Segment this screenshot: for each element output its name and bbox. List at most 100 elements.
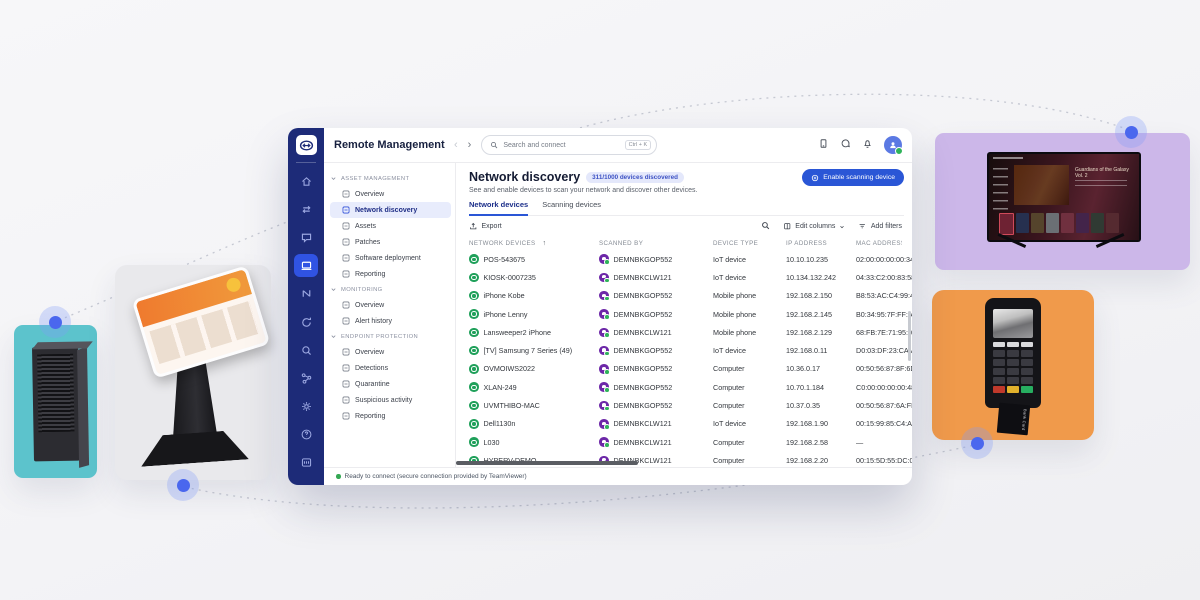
mac-address: — [856, 438, 912, 447]
bank-card-image: Bank Card [997, 403, 1030, 436]
home-icon[interactable] [294, 170, 318, 193]
scanned-by: DEMNBKGOP552 [614, 383, 673, 392]
scanner-icon [599, 254, 609, 264]
table-row[interactable]: OVMOIWS2022 DEMNBKGOP552 Computer 10.36.… [469, 360, 912, 378]
tabs: Network devices Scanning devices [469, 200, 904, 216]
sidebar-item[interactable]: Assets [330, 218, 451, 234]
help-icon[interactable] [294, 423, 318, 446]
chat-icon[interactable] [294, 226, 318, 249]
table-row[interactable]: XLAN-249 DEMNBKGOP552 Computer 10.70.1.1… [469, 378, 912, 396]
ip-address: 192.168.2.58 [786, 438, 856, 447]
network-device-icon [469, 254, 479, 264]
sidebar-item[interactable]: Alert history [330, 313, 451, 329]
scanned-by: DEMNBKGOP552 [614, 364, 673, 373]
devices-icon[interactable] [294, 254, 318, 277]
table-row[interactable]: iPhone Lenny DEMNBKGOP552 Mobile phone 1… [469, 305, 912, 323]
sidebar-item-icon [342, 348, 350, 356]
sidebar-section-header[interactable]: ASSET MANAGEMENT [330, 171, 451, 186]
table-row[interactable]: Dell1130n DEMNBKCLW121 IoT device 192.16… [469, 415, 912, 433]
mac-address: 00:50:56:87:6A:FF [856, 401, 912, 410]
mac-address: 04:33:C2:00:83:58 [856, 273, 912, 282]
column-header[interactable]: MAC ADDRESS [856, 240, 902, 247]
nav-forward-icon[interactable]: › [468, 139, 472, 151]
horizontal-scrollbar[interactable] [456, 461, 638, 466]
sort-ascending-icon[interactable]: ↑ [543, 240, 547, 247]
tv-image: Guardians of the Galaxy Vol. 2 [987, 152, 1141, 242]
discovery-icon[interactable] [294, 339, 318, 362]
sidebar-section-label: ENDPOINT PROTECTION [341, 334, 418, 340]
ip-address: 192.168.0.11 [786, 346, 856, 355]
scanner-icon [599, 346, 609, 356]
tab[interactable]: Network devices [469, 200, 528, 216]
sidebar-item[interactable]: Network discovery [330, 202, 451, 218]
scanned-by: DEMNBKCLW121 [614, 438, 672, 447]
search-input[interactable]: Search and connect Ctrl + K [481, 135, 657, 155]
column-header[interactable]: IP ADDRESS [786, 240, 827, 247]
table-row[interactable]: POS-543675 DEMNBKGOP552 IoT device 10.10… [469, 250, 912, 268]
sidebar-section-label: ASSET MANAGEMENT [341, 176, 409, 182]
bank-card-label: Bank Card [1021, 409, 1028, 431]
teamviewer-logo[interactable] [296, 135, 317, 155]
sidebar-item-icon [342, 301, 350, 309]
sidebar-item[interactable]: Reporting [330, 408, 451, 424]
mac-address: D0:03:DF:23:CA:A5 [856, 346, 912, 355]
remote-management-window: Remote Management ‹ › Search and connect… [288, 128, 912, 485]
column-header[interactable]: DEVICE TYPE [713, 240, 758, 247]
enable-scanning-device-button[interactable]: Enable scanning device [802, 169, 904, 186]
device-type: IoT device [713, 273, 786, 282]
device-type: IoT device [713, 346, 786, 355]
sidebar-item-icon [342, 190, 350, 198]
settings-icon[interactable] [294, 395, 318, 418]
tab[interactable]: Scanning devices [542, 200, 601, 215]
notifications-bell-icon[interactable] [862, 136, 873, 154]
sessions-icon[interactable] [294, 311, 318, 334]
table-search-icon[interactable] [761, 221, 770, 232]
sidebar-item[interactable]: Patches [330, 234, 451, 250]
sidebar-item[interactable]: Reporting [330, 266, 451, 282]
connections-icon[interactable] [294, 198, 318, 221]
table-row[interactable]: iPhone Kobe DEMNBKGOP552 Mobile phone 19… [469, 287, 912, 305]
table-row[interactable]: L030 DEMNBKCLW121 Computer 192.168.2.58 … [469, 433, 912, 451]
window-title: Remote Management [334, 139, 454, 151]
add-filters-button[interactable]: Add filters [858, 222, 902, 231]
sidebar-item-label: Patches [355, 239, 380, 246]
scanned-by: DEMNBKGOP552 [614, 401, 673, 410]
network-device-icon [469, 401, 479, 411]
user-avatar[interactable] [884, 136, 902, 154]
device-panel-icon[interactable] [818, 136, 829, 154]
devices-discovered-badge: 311/1000 devices discovered [586, 172, 684, 183]
scanner-icon [599, 291, 609, 301]
column-header[interactable]: NETWORK DEVICES [469, 240, 536, 247]
chat-bubble-icon[interactable] [840, 136, 851, 154]
table-row[interactable]: Lansweeper2 iPhone DEMNBKCLW121 Mobile p… [469, 323, 912, 341]
page-title: Network discovery [469, 170, 580, 184]
sidebar-item[interactable]: Overview [330, 297, 451, 313]
sidebar-item[interactable]: Overview [330, 344, 451, 360]
nav-back-icon[interactable]: ‹ [454, 139, 458, 151]
server-photo-card [14, 325, 97, 478]
sidebar-item-label: Alert history [355, 318, 392, 325]
scanned-by: DEMNBKGOP552 [614, 255, 673, 264]
table-row[interactable]: UVMTHIBO-MAC DEMNBKGOP552 Computer 10.37… [469, 396, 912, 414]
sidebar-item[interactable]: Quarantine [330, 376, 451, 392]
sidebar-section-header[interactable]: MONITORING [330, 282, 451, 297]
table-row[interactable]: [TV] Samsung 7 Series (49) DEMNBKGOP552 … [469, 341, 912, 359]
edit-columns-button[interactable]: Edit columns [783, 222, 846, 231]
device-type: Computer [713, 456, 786, 465]
sidebar-item[interactable]: Software deployment [330, 250, 451, 266]
column-header[interactable]: SCANNED BY [599, 240, 643, 247]
sidebar-item[interactable]: Suspicious activity [330, 392, 451, 408]
nodes-icon[interactable] [294, 367, 318, 390]
export-button[interactable]: Export [469, 222, 502, 231]
device-type: Computer [713, 401, 786, 410]
sidebar-section-header[interactable]: ENDPOINT PROTECTION [330, 329, 451, 344]
remote-management-icon[interactable] [294, 282, 318, 305]
table-row[interactable]: KIOSK-0007235 DEMNBKCLW121 IoT device 10… [469, 268, 912, 286]
sidebar-item[interactable]: Detections [330, 360, 451, 376]
scanner-icon [599, 437, 609, 447]
sidebar-item[interactable]: Overview [330, 186, 451, 202]
vertical-scrollbar[interactable] [908, 311, 911, 361]
device-type: Computer [713, 364, 786, 373]
ip-address: 192.168.2.20 [786, 456, 856, 465]
apps-icon[interactable] [294, 451, 318, 474]
